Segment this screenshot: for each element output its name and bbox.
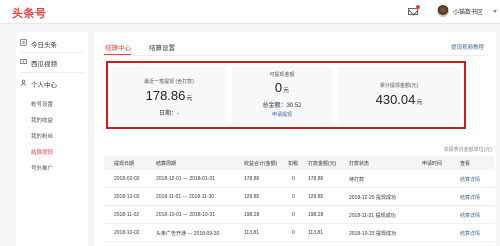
column-header: 结算周期: [156, 161, 177, 167]
recent-date: 日期：-: [159, 111, 179, 117]
avatar[interactable]: [437, 5, 449, 17]
column-header: 提现日期: [114, 161, 135, 167]
column-header: 打款金额(元): [308, 161, 337, 167]
subnav-account-settings[interactable]: 帐号设置: [31, 100, 53, 108]
column-header: 扣税: [288, 161, 299, 167]
table-cell: 2018-11-02: [114, 212, 140, 218]
table-cell: 129.85: [244, 194, 260, 200]
table-cell: 头条广告开通 --- 2018-09-30: [156, 231, 220, 237]
unit: 元: [283, 88, 290, 94]
unit-note: 本报表内金额单位(元): [443, 147, 492, 153]
column-header: 打款状态: [349, 161, 370, 167]
chevron-down-icon[interactable]: [493, 10, 497, 13]
subnav-my-earnings[interactable]: 我的收益: [31, 116, 53, 124]
card-label: 可提现金额: [269, 72, 295, 78]
available-balance-card: 可提现金额 0元 总金额：30.52 申请提现: [232, 66, 332, 124]
table-cell: 113.81: [244, 230, 259, 236]
mail-icon[interactable]: [408, 8, 418, 15]
main-panel: 结算中心 结算设置 提现视频教程 最近一笔提现 (含打款) 178.86元 日期…: [94, 32, 496, 246]
sidebar-item-label: 西瓜视频: [31, 61, 57, 68]
username[interactable]: 小猫数书区: [453, 7, 483, 16]
unit: 元: [416, 100, 423, 106]
apply-withdraw-link[interactable]: 申请提现: [232, 111, 332, 118]
table-header: 提现日期 结算周期 收益合计(金额) 扣税 打款金额(元) 打款状态 申请时间 …: [104, 156, 494, 170]
video-icon: [20, 59, 27, 64]
table-cell: 2018-11-01 --- 2018-11-30: [156, 194, 215, 200]
table-cell: 198.28: [244, 212, 260, 218]
table-cell: 2018-10-23 提现成功: [349, 231, 396, 237]
unit: 元: [186, 96, 193, 102]
table-cell: 待打款: [349, 177, 365, 183]
table-cell: 2018-10-01 --- 2018-10-31: [156, 212, 215, 218]
table-cell: 2018-12-01 --- 2018-01-31: [156, 176, 215, 182]
details-link[interactable]: 结算详情: [460, 176, 480, 183]
cumulative-amount: 430.04: [375, 92, 416, 107]
column-header: 申请时间: [422, 161, 443, 167]
card-label: 累计提现金额(元): [379, 83, 419, 89]
table-cell: 0: [292, 176, 295, 182]
table-cell: 2018-12-20 提现成功: [349, 195, 396, 201]
table-cell: 129.85: [308, 194, 324, 200]
home-icon: [20, 39, 27, 46]
sidebar-item-personal-center[interactable]: 个人中心: [16, 76, 88, 90]
card-value: 0元: [232, 80, 332, 95]
table-cell: 0: [292, 194, 295, 200]
tab-settlement-center[interactable]: 结算中心: [105, 42, 131, 52]
sidebar-item-toutiao[interactable]: 今日头条: [16, 36, 88, 50]
table-row: 2018-10-02 头条广告开通 --- 2018-09-30 113.81 …: [104, 224, 494, 242]
table-row: 2018-02-02 2018-12-01 --- 2018-01-31 178…: [104, 170, 494, 188]
subnav-my-fans[interactable]: 我的粉丝: [31, 132, 53, 140]
cumulative-withdrawal-card: 累计提现金额(元) 430.04元: [338, 66, 460, 124]
card-value: 430.04元: [338, 92, 460, 107]
sidebar: 今日头条 西瓜视频 个人中心 帐号设置 我的收益 我的粉丝 结算提现 号外推广: [16, 32, 88, 246]
table-cell: 0: [292, 212, 295, 218]
table-cell: 2018-12-02: [114, 194, 140, 200]
tab-settlement-settings[interactable]: 结算设置: [149, 42, 175, 52]
table-row: 2018-12-02 2018-11-01 --- 2018-11-30 129…: [104, 188, 494, 206]
logo[interactable]: 头条号: [12, 5, 47, 21]
sidebar-item-label: 今日头条: [31, 42, 57, 49]
card-label: 最近一笔提现 (含打款): [144, 79, 194, 85]
recent-withdrawal-card: 最近一笔提现 (含打款) 178.86元 日期：-: [112, 66, 226, 124]
table-cell: 178.86: [308, 176, 324, 182]
subnav-promotion[interactable]: 号外推广: [31, 164, 53, 172]
details-link[interactable]: 结算详情: [460, 230, 480, 237]
divider: [102, 55, 488, 56]
sidebar-item-label: 个人中心: [31, 82, 57, 89]
subnav-settlement[interactable]: 结算提现: [31, 148, 53, 156]
details-link[interactable]: 结算详情: [460, 212, 480, 219]
table-cell: 198.28: [308, 212, 324, 218]
total-amount: 总金额：30.52: [262, 103, 302, 109]
table-cell: 2018-11-21 提现成功: [349, 213, 396, 219]
divider: [20, 52, 84, 53]
table-cell: 178.86: [244, 176, 260, 182]
table-cell: 2018-02-02: [114, 176, 140, 182]
table-cell: 0: [292, 230, 295, 236]
details-link[interactable]: 结算详情: [460, 194, 480, 201]
video-tutorial-link[interactable]: 提现视频教程: [451, 43, 484, 51]
table-row: 2018-11-02 2018-10-01 --- 2018-10-31 198…: [104, 206, 494, 224]
notification-dot: [416, 5, 420, 9]
column-header: 收益合计(金额): [244, 161, 278, 167]
table-cell: 2018-10-02: [114, 230, 140, 236]
top-bar: 头条号 小猫数书区: [0, 0, 500, 24]
sidebar-item-xigua[interactable]: 西瓜视频: [16, 55, 88, 69]
table-cell: 113.81: [308, 230, 323, 236]
available-amount: 0: [274, 80, 283, 95]
column-header: 查看: [460, 161, 471, 167]
recent-amount: 178.86: [145, 88, 186, 103]
card-value: 178.86元: [112, 88, 226, 103]
divider: [20, 72, 84, 73]
user-icon: [20, 79, 27, 86]
